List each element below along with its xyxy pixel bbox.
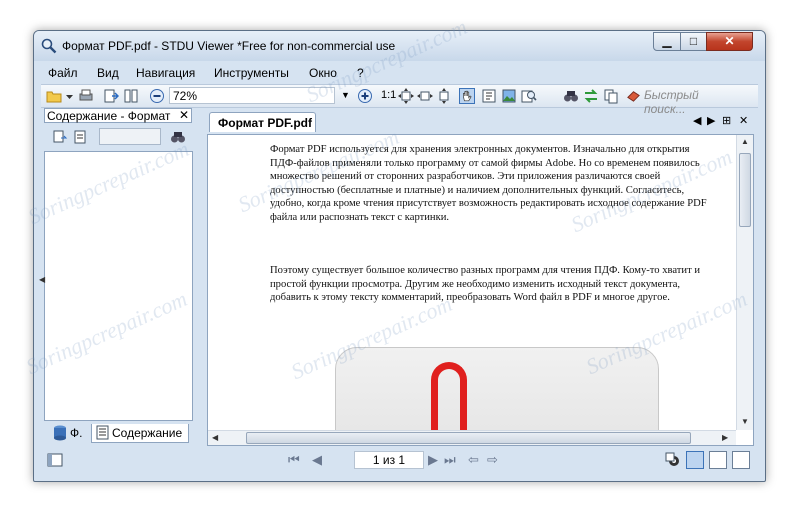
- two-page-view-icon[interactable]: [709, 451, 727, 469]
- single-page-view-icon[interactable]: [686, 451, 704, 469]
- menu-tools[interactable]: Инструменты: [214, 66, 289, 80]
- menu-help[interactable]: ?: [357, 66, 364, 80]
- document-image-red-shape: [431, 362, 467, 430]
- scroll-left-icon[interactable]: ◀: [212, 433, 218, 442]
- tab-short-label: Ф.: [70, 426, 83, 440]
- contents-list-icon: [96, 425, 109, 440]
- select-text-icon[interactable]: [481, 88, 497, 104]
- menu-file[interactable]: Файл: [48, 66, 78, 80]
- close-button[interactable]: ✕: [706, 32, 753, 51]
- horizontal-scroll-thumb[interactable]: [246, 432, 691, 444]
- app-window: Формат PDF.pdf - STDU Viewer *Free for n…: [33, 30, 766, 482]
- title-bar[interactable]: Формат PDF.pdf - STDU Viewer *Free for n…: [34, 31, 765, 61]
- select-image-icon[interactable]: [501, 88, 517, 104]
- tab-contents-label: Содержание: [112, 426, 183, 440]
- zoom-out-icon[interactable]: [149, 88, 165, 104]
- quick-search-input[interactable]: Быстрый поиск...: [624, 87, 736, 116]
- tab-scroll-left-icon[interactable]: ◀: [693, 114, 701, 127]
- grid-view-icon[interactable]: [732, 451, 750, 469]
- database-icon: [54, 425, 66, 441]
- document-paragraph-2: Поэтому существует большое количество ра…: [270, 265, 701, 303]
- first-page-icon[interactable]: ⏮: [288, 452, 300, 468]
- history-forward-icon[interactable]: ⇨: [487, 452, 498, 468]
- contents-toolbar: [44, 125, 192, 149]
- zoom-in-icon[interactable]: [357, 88, 373, 104]
- document-paragraph-1: Формат PDF используется для хранения эле…: [270, 144, 707, 223]
- expand-all-icon[interactable]: [52, 129, 68, 145]
- settings-gear-icon[interactable]: [665, 452, 681, 468]
- contents-panel-title: Содержание - Формат: [47, 109, 171, 123]
- last-page-icon[interactable]: ⏭: [444, 452, 456, 468]
- contents-find-icon[interactable]: [170, 129, 186, 145]
- next-page-icon[interactable]: ▶: [428, 452, 438, 468]
- zoom-select[interactable]: 72%: [169, 87, 335, 104]
- left-panel: Содержание - Формат ✕ Ф. Содержание: [42, 108, 194, 446]
- collapse-all-icon[interactable]: [72, 129, 88, 145]
- scroll-down-icon[interactable]: ▼: [741, 417, 749, 426]
- open-folder-icon[interactable]: [46, 88, 62, 104]
- maximize-button[interactable]: □: [680, 32, 707, 51]
- collapse-left-panel-icon[interactable]: ◀: [39, 275, 45, 284]
- replace-arrows-icon[interactable]: [583, 88, 599, 104]
- fit-page-icon[interactable]: [398, 88, 414, 104]
- fit-height-icon[interactable]: [436, 88, 452, 104]
- scroll-up-icon[interactable]: ▲: [741, 137, 749, 146]
- hand-tool-icon[interactable]: [459, 88, 475, 104]
- open-dropdown-icon[interactable]: [65, 88, 74, 104]
- document-viewport[interactable]: Формат PDF используется для хранения эле…: [207, 134, 754, 446]
- history-back-icon[interactable]: ⇦: [468, 452, 479, 468]
- status-bar: ⏮ ◀ 1 из 1 ▶ ⏭ ⇦ ⇨: [41, 449, 759, 474]
- contents-search-field[interactable]: [99, 128, 161, 145]
- document-tab[interactable]: Формат PDF.pdf: [209, 112, 316, 132]
- vertical-scrollbar[interactable]: ▲ ▼: [736, 135, 753, 430]
- export-icon[interactable]: [103, 88, 119, 104]
- document-tab-title: Формат PDF.pdf: [218, 116, 313, 130]
- actual-size-button[interactable]: 1:1: [381, 89, 396, 101]
- tab-contents[interactable]: Содержание: [91, 424, 189, 443]
- page-layout-icon[interactable]: [123, 88, 139, 104]
- minimize-button[interactable]: ▁: [653, 32, 681, 51]
- contents-panel-header: Содержание - Формат ✕: [44, 108, 192, 123]
- menu-window[interactable]: Окно: [309, 66, 337, 80]
- window-title: Формат PDF.pdf - STDU Viewer *Free for n…: [62, 39, 396, 53]
- panel-close-icon[interactable]: ✕: [179, 108, 189, 122]
- search-eraser-icon: [627, 91, 640, 102]
- document-image: [335, 347, 659, 430]
- tab-list-icon[interactable]: ⊞: [722, 114, 731, 127]
- magnifier-icon[interactable]: [521, 88, 537, 104]
- menu-view[interactable]: Вид: [97, 66, 119, 80]
- maximize-icon: □: [689, 34, 698, 48]
- vertical-scroll-thumb[interactable]: [739, 153, 751, 227]
- prev-page-icon[interactable]: ◀: [312, 452, 322, 468]
- menu-navigation[interactable]: Навигация: [136, 66, 195, 80]
- print-icon[interactable]: [78, 88, 94, 104]
- contents-tree[interactable]: [44, 151, 193, 421]
- left-panel-tabs: Ф. Содержание: [44, 424, 193, 444]
- find-icon[interactable]: [563, 88, 579, 104]
- menu-bar: Файл Вид Навигация Инструменты Окно ?: [41, 64, 756, 82]
- close-icon: ✕: [724, 34, 735, 48]
- horizontal-scrollbar[interactable]: ◀ ▶: [208, 430, 736, 445]
- tab-search[interactable]: Ф.: [52, 424, 90, 443]
- document-area: Формат PDF.pdf ◀ ▶ ⊞ ✕ Формат PDF исполь…: [206, 108, 755, 447]
- fit-width-icon[interactable]: [417, 88, 433, 104]
- zoom-value: 72%: [173, 89, 198, 103]
- minimize-icon: ▁: [662, 34, 672, 48]
- pdf-page: Формат PDF используется для хранения эле…: [208, 135, 736, 430]
- tab-close-icon[interactable]: ✕: [739, 114, 748, 127]
- main-toolbar: 72% ▼ 1:1 Быстрый поиск...: [41, 84, 758, 116]
- app-logo-icon: [41, 38, 57, 54]
- scroll-right-icon[interactable]: ▶: [722, 433, 728, 442]
- toggle-left-panel-icon[interactable]: [47, 453, 63, 467]
- zoom-dropdown-icon[interactable]: ▼: [341, 90, 350, 100]
- page-number-field[interactable]: 1 из 1: [354, 451, 424, 469]
- copy-pages-icon[interactable]: [603, 88, 619, 104]
- tab-scroll-right-icon[interactable]: ▶: [707, 114, 715, 127]
